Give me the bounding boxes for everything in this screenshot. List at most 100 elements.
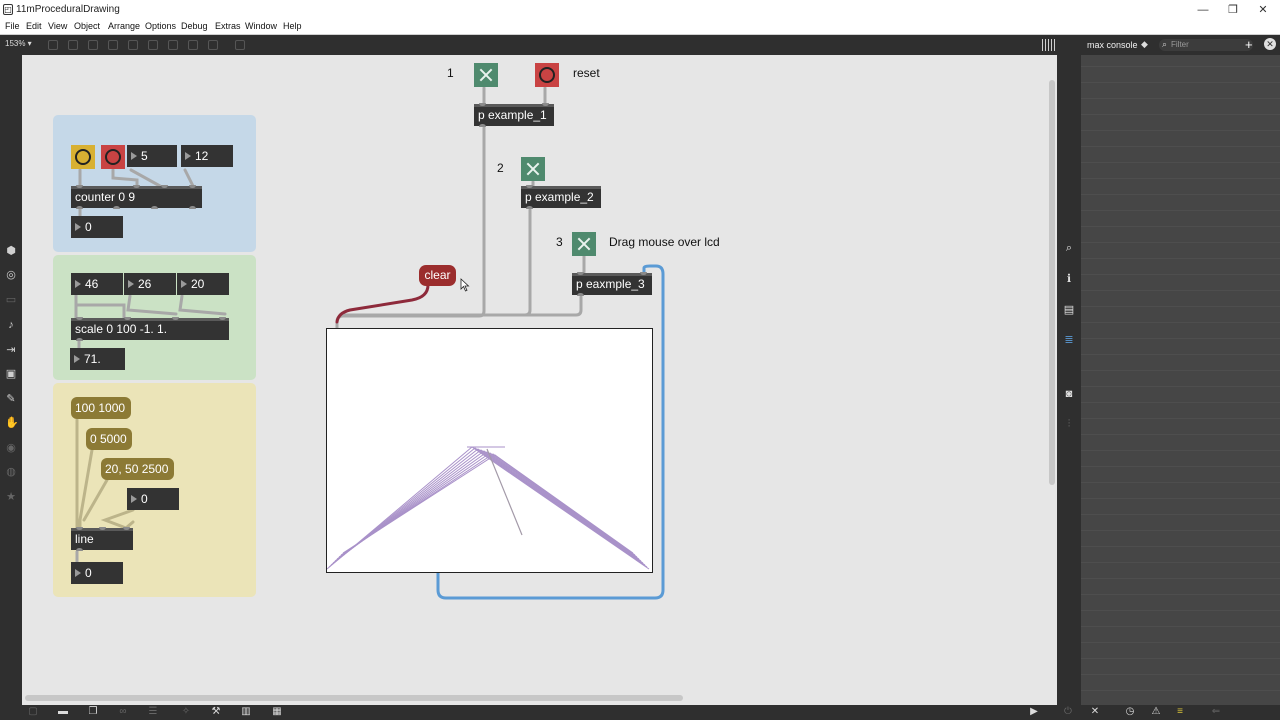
console-add-button[interactable]: + [1245, 37, 1253, 52]
maximize-button[interactable]: ❐ [1220, 2, 1246, 18]
object-label: line [75, 532, 94, 546]
stop-bang[interactable] [101, 145, 125, 169]
horizontal-scrollbar[interactable] [25, 695, 683, 701]
label-step-2: 2 [497, 161, 504, 175]
minimize-button[interactable]: — [1190, 2, 1216, 18]
gem-icon[interactable]: ◉ [5, 442, 17, 454]
number-scale-input[interactable]: 46 [71, 273, 123, 295]
hand-icon[interactable]: ✋ [5, 417, 19, 429]
number-scale-param-b[interactable]: 20 [177, 273, 229, 295]
menu-object[interactable]: Object [74, 21, 100, 31]
add-icon[interactable] [208, 40, 218, 50]
grid-view-icon[interactable] [1042, 39, 1055, 51]
wrench-icon[interactable]: ⚒ [210, 706, 222, 718]
vertical-scrollbar[interactable] [1049, 80, 1055, 485]
object-label: p eaxmple_3 [576, 277, 645, 291]
step-icon[interactable]: ⇥ [5, 344, 17, 356]
object-line[interactable]: line [71, 527, 133, 551]
number-counter-output[interactable]: 0 [71, 216, 123, 238]
max-console-list[interactable] [1081, 35, 1280, 705]
music-note-icon[interactable]: ♪ [5, 319, 17, 331]
menu-edit[interactable]: Edit [26, 21, 42, 31]
menu-extras[interactable]: Extras [215, 21, 241, 31]
menu-file[interactable]: File [5, 21, 20, 31]
piano-icon[interactable]: ▥ [240, 706, 252, 718]
label-step-3: 3 [556, 235, 563, 249]
console-filter-field[interactable]: Filter [1159, 39, 1253, 51]
console-title[interactable]: max console [1087, 40, 1138, 50]
start-bang[interactable] [71, 145, 95, 169]
link-icon[interactable]: ∞ [117, 706, 129, 718]
console-options-icon[interactable]: ◆ [1141, 39, 1148, 50]
warning-icon[interactable]: ⚠ [1150, 706, 1162, 718]
lcd-drawing-surface[interactable] [326, 328, 653, 573]
list-icon[interactable]: ≣ [1063, 334, 1075, 346]
power-icon[interactable]: ⏻ [1062, 706, 1074, 718]
paste-icon[interactable] [88, 40, 98, 50]
grid-icon[interactable] [148, 40, 158, 50]
book-icon[interactable]: ▤ [1063, 304, 1075, 316]
back-arrow-icon[interactable]: ⇐ [1210, 706, 1222, 718]
console-clear-button[interactable]: ✕ [1264, 38, 1276, 50]
max-console-header: max console ◆ Filter ⌕ + ✕ [1081, 35, 1280, 55]
paperclip-icon[interactable]: ✎ [5, 393, 17, 405]
circle-icon[interactable]: ◍ [5, 466, 17, 478]
close-window-button[interactable]: ✕ [1250, 2, 1276, 18]
windows-icon[interactable]: ❐ [87, 706, 99, 718]
object-p-example-3[interactable]: p eaxmple_3 [572, 272, 652, 296]
toggle-example-1[interactable] [474, 63, 498, 87]
window-title: 11mProceduralDrawing [16, 4, 120, 15]
clock-icon[interactable] [188, 40, 198, 50]
target-icon[interactable]: ◎ [5, 269, 17, 281]
number-scale-param-a[interactable]: 26 [124, 273, 176, 295]
pin-icon[interactable] [235, 40, 245, 50]
clock-icon[interactable]: ◷ [1124, 706, 1136, 718]
presentation-icon[interactable]: ▢ [27, 706, 39, 718]
toggle-example-3[interactable] [572, 232, 596, 256]
search-icon[interactable]: ⌕ [1063, 242, 1075, 254]
info-icon[interactable]: ℹ [1063, 273, 1075, 285]
star-icon[interactable]: ★ [5, 491, 17, 503]
rectangle-icon[interactable]: ▭ [5, 294, 17, 306]
magic-icon[interactable]: ✧ [180, 706, 192, 718]
menu-help[interactable]: Help [283, 21, 302, 31]
number-scale-output[interactable]: 71. [70, 348, 125, 370]
monitor-icon[interactable]: ▬ [57, 706, 69, 718]
stack-icon[interactable]: ≡ [1174, 706, 1186, 718]
mixer-icon[interactable]: ⫶ [1063, 418, 1075, 430]
delete-icon[interactable] [108, 40, 118, 50]
number-counter-max[interactable]: 12 [181, 145, 233, 167]
number-line-output[interactable]: 0 [71, 562, 123, 584]
menu-bar: File Edit View Object Arrange Options De… [0, 20, 1280, 35]
menu-window[interactable]: Window [245, 21, 277, 31]
zoom-menu[interactable]: 153% ▾ [5, 39, 32, 48]
align-icon[interactable] [128, 40, 138, 50]
lock-icon[interactable] [48, 40, 58, 50]
image-icon[interactable]: ▣ [5, 368, 17, 380]
reset-bang[interactable] [535, 63, 559, 87]
layers-icon[interactable]: ☰ [147, 706, 159, 718]
menu-debug[interactable]: Debug [181, 21, 208, 31]
number-counter-min[interactable]: 5 [127, 145, 177, 167]
label-drag-hint: Drag mouse over lcd [609, 235, 720, 249]
grid-icon[interactable]: ▦ [271, 706, 283, 718]
clear-console-icon[interactable]: ✕ [1089, 706, 1101, 718]
object-scale[interactable]: scale 0 100 -1. 1. [71, 317, 229, 341]
object-p-example-1[interactable]: p example_1 [474, 103, 554, 127]
menu-options[interactable]: Options [145, 21, 176, 31]
number-line-input[interactable]: 0 [127, 488, 179, 510]
menu-arrange[interactable]: Arrange [108, 21, 140, 31]
object-p-example-2[interactable]: p example_2 [521, 185, 601, 209]
message-20-50-2500[interactable]: 20, 50 2500 [101, 458, 174, 480]
copy-icon[interactable] [68, 40, 78, 50]
clear-message[interactable]: clear [419, 265, 456, 286]
play-icon[interactable]: ▶ [1028, 706, 1040, 718]
cube-icon[interactable]: ⬢ [5, 245, 17, 257]
object-counter[interactable]: counter 0 9 [71, 185, 202, 209]
message-0-5000[interactable]: 0 5000 [86, 428, 132, 450]
toggle-example-2[interactable] [521, 157, 545, 181]
snap-icon[interactable] [168, 40, 178, 50]
menu-view[interactable]: View [48, 21, 67, 31]
camera-icon[interactable]: ◙ [1063, 388, 1075, 400]
message-100-1000[interactable]: 100 1000 [71, 397, 131, 419]
